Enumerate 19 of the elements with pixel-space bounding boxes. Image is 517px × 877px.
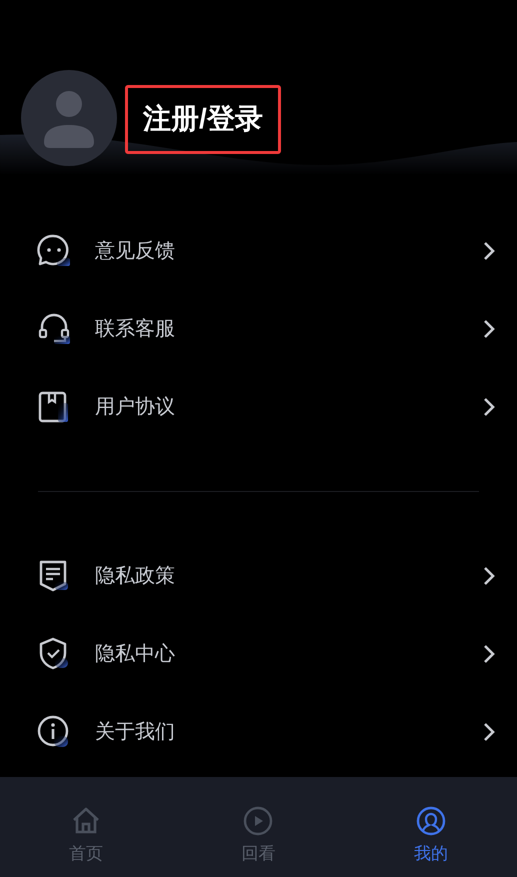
chevron-right-icon xyxy=(483,241,495,261)
tab[interactable]: 我的 xyxy=(344,777,517,877)
chevron-right-icon xyxy=(483,319,495,339)
menu-item[interactable]: 隐私中心 xyxy=(0,615,517,693)
avatar-icon[interactable] xyxy=(21,70,117,166)
menu-item[interactable]: 隐私政策 xyxy=(0,537,517,615)
chevron-right-icon xyxy=(483,644,495,664)
login-button[interactable]: 注册/登录 xyxy=(125,84,281,154)
chat-bubble-icon xyxy=(36,233,72,269)
chevron-right-icon xyxy=(483,722,495,742)
menu-item[interactable]: 意见反馈 xyxy=(0,212,517,290)
menu-item[interactable]: 关于我们 xyxy=(0,693,517,771)
headset-icon xyxy=(36,311,72,347)
chevron-right-icon xyxy=(483,566,495,586)
menu-item[interactable]: 用户协议 xyxy=(0,368,517,446)
menu-item[interactable]: 联系客服 xyxy=(0,290,517,368)
user-circle-icon xyxy=(414,805,447,837)
play-circle-icon xyxy=(242,805,274,837)
chevron-right-icon xyxy=(483,397,495,417)
